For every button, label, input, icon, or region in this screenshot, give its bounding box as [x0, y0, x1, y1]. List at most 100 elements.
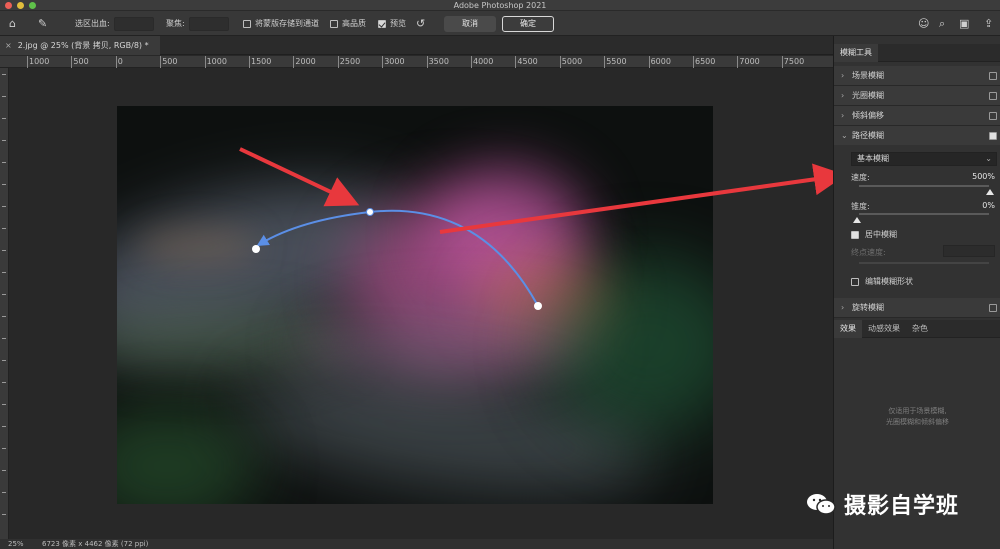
tab-motion-effects[interactable]: 动感效果 [862, 320, 906, 338]
edit-blur-shapes-label: 编辑模糊形状 [865, 277, 913, 286]
document-tab[interactable]: × 2.jpg @ 25% (背景 拷贝, RGB/8) * [0, 36, 160, 55]
document-tab-bar: × 2.jpg @ 25% (背景 拷贝, RGB/8) * [0, 36, 833, 55]
chevron-right-icon: › [841, 303, 845, 312]
speed-label: 速度: [851, 173, 870, 182]
ruler-label: 500 [162, 57, 178, 66]
edit-blur-shapes-checkbox[interactable]: 编辑模糊形状 [851, 276, 913, 287]
chevron-down-icon: ⌄ [841, 131, 848, 140]
selection-bleed-input[interactable] [113, 16, 154, 31]
share-icon[interactable]: ⇪ [984, 11, 993, 36]
taper-slider[interactable] [859, 213, 989, 215]
centered-blur-label: 居中模糊 [865, 230, 897, 239]
ruler-label: 7500 [783, 57, 805, 66]
preview-label: 预览 [390, 19, 406, 28]
ruler-tick [2, 294, 6, 295]
ruler-label: 5500 [606, 57, 627, 66]
photo-canvas[interactable] [117, 106, 713, 504]
reset-icon[interactable]: ↺ [416, 11, 425, 36]
close-tab-icon[interactable]: × [5, 41, 12, 50]
chevron-right-icon: › [841, 111, 845, 120]
ruler-tick [2, 382, 6, 383]
iris-blur-checkbox[interactable] [989, 92, 997, 100]
vertical-ruler [0, 68, 9, 539]
high-quality-label: 高品质 [342, 19, 366, 28]
ruler-label: 3000 [384, 57, 405, 66]
zoom-level[interactable]: 25% [8, 539, 24, 549]
tab-effects[interactable]: 效果 [834, 320, 862, 338]
ruler-tick [2, 360, 6, 361]
taper-value[interactable]: 0% [982, 201, 995, 210]
ruler-tick [2, 228, 6, 229]
field-blur-checkbox[interactable] [989, 72, 997, 80]
end-speed-input [943, 245, 995, 257]
ruler-tick [2, 96, 6, 97]
centered-blur-checkbox[interactable]: 居中模糊 [851, 229, 897, 240]
ruler-tick [2, 250, 6, 251]
preview-checkbox[interactable]: 预览 [378, 11, 406, 36]
high-quality-checkbox[interactable]: 高品质 [330, 11, 366, 36]
watermark: 摄影自学班 [806, 488, 959, 520]
field-blur-row[interactable]: › 场景模糊 [834, 66, 1000, 86]
tilt-shift-label: 倾斜偏移 [852, 111, 884, 120]
user-icon[interactable]: ☺ [918, 11, 929, 36]
ruler-label: 1500 [251, 57, 272, 66]
ruler-label: 5000 [561, 57, 583, 66]
tilt-shift-checkbox[interactable] [989, 112, 997, 120]
ruler-label: 2500 [339, 57, 361, 66]
chevron-right-icon: › [841, 91, 845, 100]
taper-slider-thumb[interactable] [853, 217, 861, 223]
ruler-tick [2, 404, 6, 405]
tilt-shift-row[interactable]: › 倾斜偏移 [834, 106, 1000, 126]
spin-blur-label: 旋转模糊 [852, 303, 884, 312]
chevron-down-icon: ⌄ [985, 154, 992, 163]
ruler-label: 1000 [29, 57, 50, 66]
ruler-label: 3500 [428, 57, 449, 66]
home-icon[interactable]: ⌂ [9, 11, 16, 36]
save-mask-label: 将蒙版存储到通道 [255, 19, 319, 28]
focus-input[interactable] [188, 16, 229, 31]
ruler-tick [2, 206, 6, 207]
ruler-tick [2, 140, 6, 141]
search-icon[interactable]: ⌕ [939, 11, 945, 36]
pin-icon[interactable]: ✎ [38, 11, 47, 36]
title-bar: Adobe Photoshop 2021 [0, 0, 1000, 11]
path-blur-label: 路径模糊 [852, 131, 884, 140]
tab-noise[interactable]: 杂色 [906, 320, 934, 338]
ok-button[interactable]: 确定 [502, 15, 554, 32]
blur-tools-panel: 模糊工具 › 场景模糊 › 光圈模糊 › 倾斜偏移 ⌄ 路径模糊 基本模糊 ⌄ … [833, 36, 1000, 549]
ruler-label: 6500 [695, 57, 716, 66]
path-blur-checkbox[interactable] [989, 132, 997, 140]
blur-type-select[interactable]: 基本模糊 ⌄ [851, 152, 997, 166]
panel-title-tab[interactable]: 模糊工具 [834, 44, 878, 62]
path-blur-settings: 基本模糊 ⌄ 速度: 500% 锥度: 0% 居中模糊 终点速度: 编辑模糊形状 [834, 145, 1000, 298]
ruler-tick [2, 316, 6, 317]
speed-slider[interactable] [859, 185, 989, 187]
status-bar: 25% 6723 像素 x 4462 像素 (72 ppi) [0, 539, 833, 549]
cancel-button[interactable]: 取消 [444, 15, 496, 32]
ruler-tick [2, 74, 6, 75]
ruler-label: 0 [117, 57, 123, 66]
iris-blur-row[interactable]: › 光圈模糊 [834, 86, 1000, 106]
ruler-tick [2, 470, 6, 471]
ruler-tick [2, 448, 6, 449]
path-blur-row[interactable]: ⌄ 路径模糊 [834, 126, 1000, 146]
ruler-tick [2, 184, 6, 185]
ruler-tick [2, 514, 6, 515]
speed-value[interactable]: 500% [972, 172, 995, 181]
workspace-icon[interactable]: ▣ [959, 11, 969, 36]
ruler-tick [2, 118, 6, 119]
effects-hint-line1: 仅适用于场景模糊, [888, 407, 947, 415]
iris-blur-label: 光圈模糊 [852, 91, 884, 100]
field-blur-label: 场景模糊 [852, 71, 884, 80]
spin-blur-checkbox[interactable] [989, 304, 997, 312]
speed-slider-thumb[interactable] [986, 189, 994, 195]
ruler-label: 1000 [206, 57, 227, 66]
save-mask-checkbox[interactable]: 将蒙版存储到通道 [243, 11, 319, 36]
blur-type-value: 基本模糊 [857, 154, 889, 163]
effects-tabs: 效果 动感效果 杂色 [834, 320, 1000, 338]
ruler-tick [2, 272, 6, 273]
watermark-text: 摄影自学班 [844, 494, 960, 519]
wechat-icon [807, 494, 836, 515]
ruler-label: 2000 [295, 57, 316, 66]
spin-blur-row[interactable]: › 旋转模糊 [834, 298, 1000, 318]
